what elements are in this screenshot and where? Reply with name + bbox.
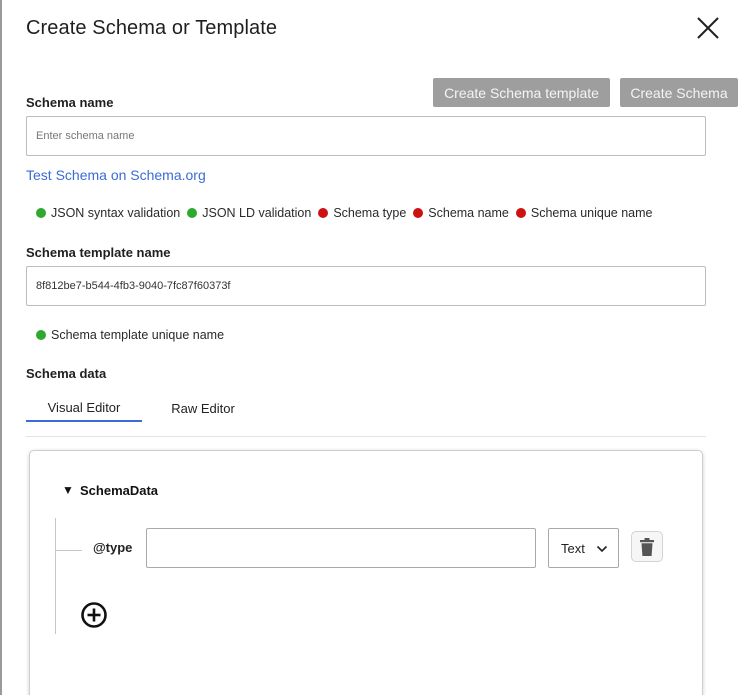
close-button[interactable] [694, 14, 722, 42]
schema-name-input[interactable] [26, 116, 706, 156]
tree-branch-line [55, 518, 56, 634]
plus-circle-icon [81, 602, 107, 628]
template-validation-row: Schema template unique name [36, 328, 231, 342]
chevron-down-icon [596, 545, 608, 553]
validation-label: Schema unique name [530, 206, 653, 220]
status-dot-icon [36, 208, 46, 218]
property-key-label: @type [93, 540, 133, 555]
create-schema-template-button[interactable]: Create Schema template [433, 78, 610, 107]
add-property-button[interactable] [80, 601, 108, 629]
dialog-title: Create Schema or Template [26, 17, 278, 39]
tree-branch-connector [56, 550, 82, 551]
validation-schema-name: Schema name [413, 206, 509, 220]
window-edge [0, 0, 2, 695]
status-dot-icon [413, 208, 424, 218]
validation-json-syntax: JSON syntax validation [36, 206, 180, 220]
triangle-down-icon[interactable]: ▼ [62, 483, 74, 497]
template-name-label: Schema template name [26, 245, 171, 260]
validation-json-ld: JSON LD validation [187, 206, 311, 220]
schema-data-label: Schema data [26, 366, 107, 381]
delete-property-button[interactable] [631, 531, 663, 562]
validation-schema-unique-name: Schema unique name [515, 206, 653, 220]
test-schema-link[interactable]: Test Schema on Schema.org [26, 167, 206, 183]
tree-root-label: SchemaData [80, 483, 159, 498]
create-schema-button[interactable]: Create Schema [620, 78, 738, 107]
property-type-select[interactable]: Text [548, 528, 619, 568]
validation-label: Schema type [333, 206, 407, 220]
property-value-input[interactable] [146, 528, 536, 568]
status-dot-icon [318, 208, 329, 218]
property-type-value: Text [561, 540, 585, 556]
trash-icon [640, 537, 654, 556]
tab-raw-editor[interactable]: Raw Editor [156, 394, 250, 422]
validation-label: JSON LD validation [202, 206, 312, 220]
close-icon [697, 17, 719, 39]
validation-label: Schema template unique name [51, 328, 225, 342]
schema-name-label: Schema name [26, 95, 114, 110]
validation-label: JSON syntax validation [51, 206, 181, 220]
editor-tabs: Visual Editor Raw Editor [26, 394, 706, 437]
status-dot-icon [36, 330, 46, 340]
tab-visual-editor[interactable]: Visual Editor [26, 394, 142, 422]
validation-template-unique-name: Schema template unique name [36, 328, 224, 342]
status-dot-icon [187, 208, 198, 218]
validation-schema-type: Schema type [318, 206, 406, 220]
status-dot-icon [515, 208, 526, 218]
template-name-input[interactable] [26, 266, 706, 306]
validation-label: Schema name [428, 206, 509, 220]
validation-status-row: JSON syntax validation JSON LD validatio… [36, 206, 660, 220]
